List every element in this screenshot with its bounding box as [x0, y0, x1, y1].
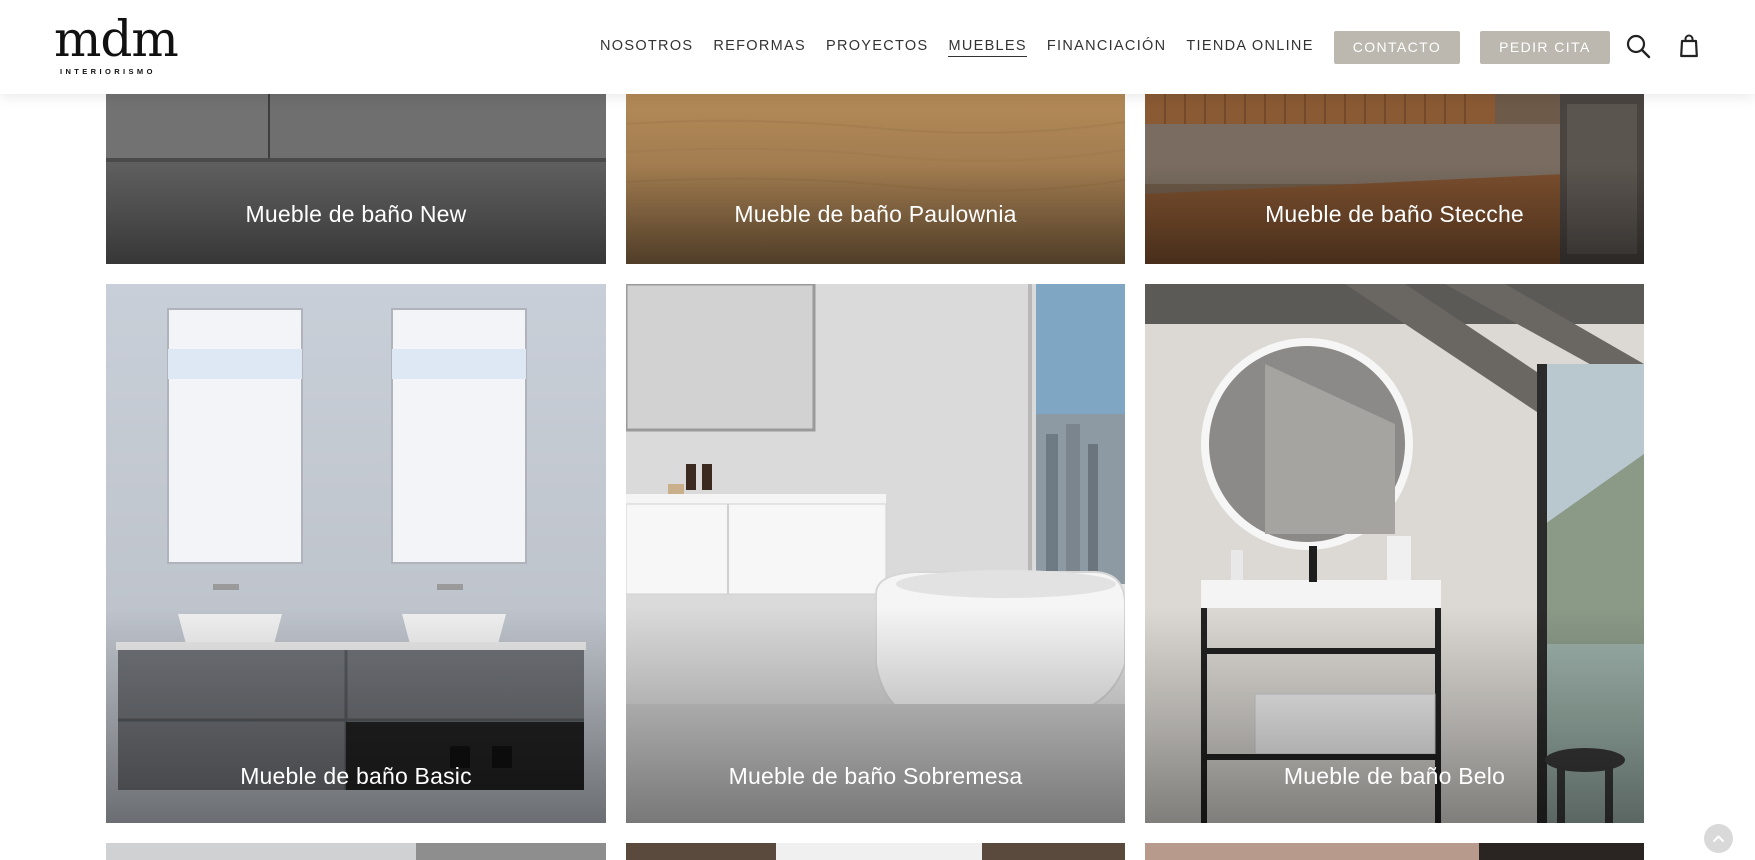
search-icon[interactable] — [1625, 33, 1651, 59]
scroll-to-top-button[interactable] — [1704, 824, 1733, 853]
product-tile-row3-1[interactable] — [106, 843, 606, 860]
product-tile-row3-3[interactable] — [1145, 843, 1644, 860]
nav-item-tienda-online[interactable]: TIENDA ONLINE — [1186, 38, 1313, 57]
product-tile-new[interactable]: Mueble de baño New — [106, 94, 606, 264]
nav-item-nosotros[interactable]: NOSOTROS — [600, 38, 693, 57]
site-header: mdm INTERIORISMO NOSOTROS REFORMAS PROYE… — [0, 0, 1755, 94]
product-title: Mueble de baño Basic — [240, 763, 472, 789]
product-title: Mueble de baño New — [245, 201, 467, 227]
nav-item-reformas[interactable]: REFORMAS — [713, 38, 806, 57]
product-title: Mueble de baño Sobremesa — [728, 763, 1023, 789]
product-tile-belo[interactable]: Mueble de baño Belo — [1145, 284, 1644, 823]
main-nav: NOSOTROS REFORMAS PROYECTOS MUEBLES FINA… — [600, 0, 1610, 94]
nav-item-financiacion[interactable]: FINANCIACIÓN — [1047, 38, 1167, 57]
nav-item-muebles[interactable]: MUEBLES — [948, 38, 1027, 57]
product-title: Mueble de baño Belo — [1283, 763, 1506, 789]
brand-name: mdm — [54, 10, 179, 68]
product-tile-stecche[interactable]: Mueble de baño Stecche — [1145, 94, 1644, 264]
contact-button[interactable]: CONTACTO — [1333, 30, 1461, 64]
product-tile-sobremesa[interactable]: Mueble de baño Sobremesa — [626, 284, 1125, 823]
brand-logo[interactable]: mdm INTERIORISMO — [54, 10, 184, 78]
product-title: Mueble de baño Stecche — [1265, 201, 1524, 227]
chevron-up-icon — [1713, 835, 1724, 842]
product-tile-row3-2[interactable] — [626, 843, 1125, 860]
shopping-bag-icon[interactable] — [1678, 33, 1704, 59]
brand-tagline: INTERIORISMO — [60, 67, 156, 76]
product-title: Mueble de baño Paulownia — [734, 201, 1017, 227]
appointment-button[interactable]: PEDIR CITA — [1480, 30, 1610, 64]
nav-item-proyectos[interactable]: PROYECTOS — [826, 38, 928, 57]
product-tile-basic[interactable]: Mueble de baño Basic — [106, 284, 606, 823]
product-tile-paulownia[interactable]: Mueble de baño Paulownia — [626, 94, 1125, 264]
